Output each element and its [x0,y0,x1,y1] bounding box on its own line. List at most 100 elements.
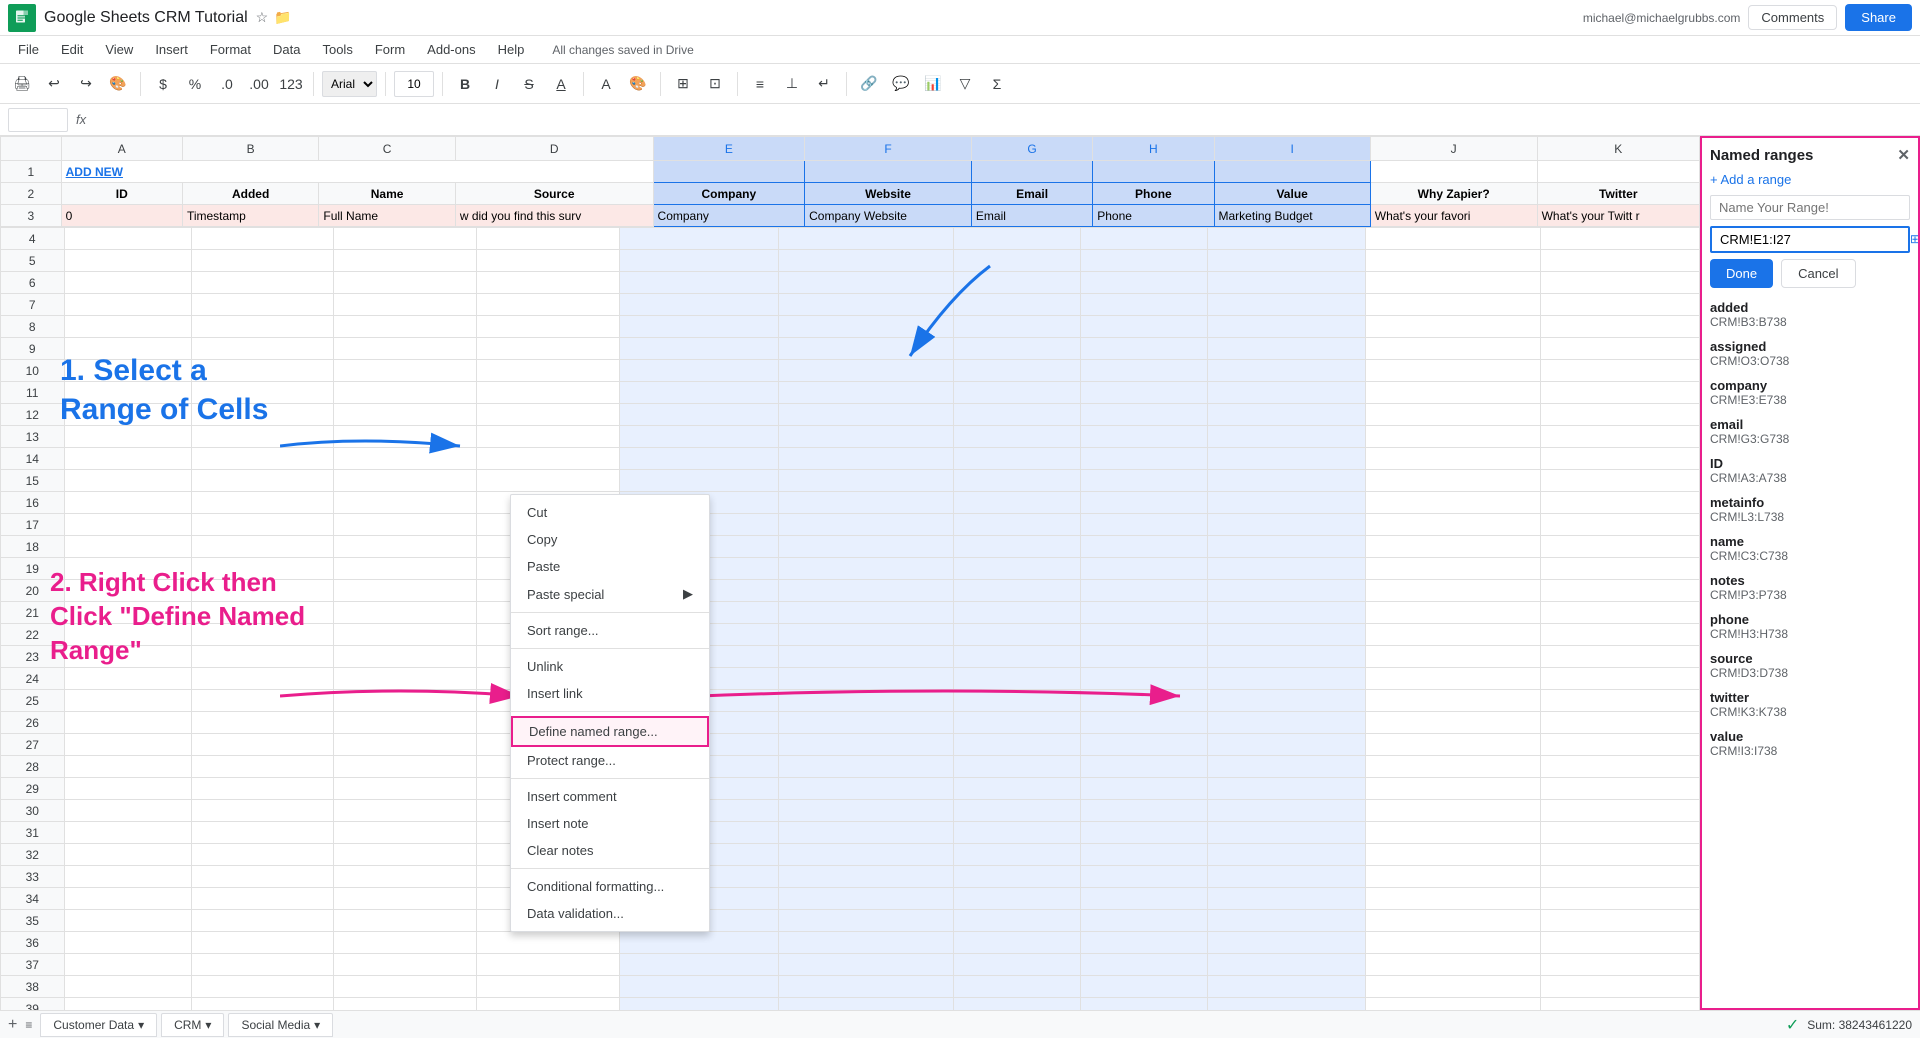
cell-34-2[interactable] [191,888,334,910]
cell-19-3[interactable] [334,558,477,580]
cell-16-3[interactable] [334,492,477,514]
cell-32-1[interactable] [64,844,191,866]
cell-6-10[interactable] [1366,272,1541,294]
row-header-30[interactable]: 30 [1,800,65,822]
cell-8-9[interactable] [1207,316,1366,338]
cell-5-1[interactable] [64,250,191,272]
row-header-16[interactable]: 16 [1,492,65,514]
valign-btn[interactable]: ⊥ [778,70,806,98]
cell-k3[interactable]: What's your Twitt r [1537,205,1699,227]
row-header-12[interactable]: 12 [1,404,65,426]
cell-18-7[interactable] [953,536,1080,558]
col-header-a[interactable]: A [61,137,182,161]
cell-37-4[interactable] [477,954,620,976]
cell-4-7[interactable] [953,228,1080,250]
cell-18-1[interactable] [64,536,191,558]
cell-34-1[interactable] [64,888,191,910]
cell-27-1[interactable] [64,734,191,756]
cell-6-5[interactable] [620,272,779,294]
cell-11-6[interactable] [779,382,954,404]
print-btn[interactable]: 🖨 [8,70,36,98]
cell-4-9[interactable] [1207,228,1366,250]
function-btn[interactable]: Σ [983,70,1011,98]
ctx-copy[interactable]: Copy [511,526,709,553]
cell-11-3[interactable] [334,382,477,404]
menu-form[interactable]: Form [365,40,415,59]
cell-38-6[interactable] [779,976,954,998]
cell-11-11[interactable] [1541,382,1700,404]
cell-39-2[interactable] [191,998,334,1011]
cell-28-8[interactable] [1080,756,1207,778]
cell-22-7[interactable] [953,624,1080,646]
cell-14-11[interactable] [1541,448,1700,470]
redo-btn[interactable]: ↪ [72,70,100,98]
fill-color-btn[interactable]: 🎨 [624,70,652,98]
cell-28-7[interactable] [953,756,1080,778]
cell-7-3[interactable] [334,294,477,316]
cell-19-9[interactable] [1207,558,1366,580]
cell-12-4[interactable] [477,404,620,426]
cell-21-11[interactable] [1541,602,1700,624]
font-select[interactable]: Arial [322,71,377,97]
cell-39-4[interactable] [477,998,620,1011]
cell-28-9[interactable] [1207,756,1366,778]
cell-29-10[interactable] [1366,778,1541,800]
text-color-btn[interactable]: A [592,70,620,98]
cell-27-11[interactable] [1541,734,1700,756]
cell-31-9[interactable] [1207,822,1366,844]
cell-25-1[interactable] [64,690,191,712]
cell-31-7[interactable] [953,822,1080,844]
row-header-29[interactable]: 29 [1,778,65,800]
cell-38-9[interactable] [1207,976,1366,998]
cell-13-7[interactable] [953,426,1080,448]
cell-39-1[interactable] [64,998,191,1011]
row-header-4[interactable]: 4 [1,228,65,250]
cell-34-9[interactable] [1207,888,1366,910]
cell-28-3[interactable] [334,756,477,778]
add-range-link[interactable]: + Add a range [1710,172,1910,187]
cell-15-8[interactable] [1080,470,1207,492]
row-header-6[interactable]: 6 [1,272,65,294]
chart-btn[interactable]: 📊 [919,70,947,98]
cell-10-4[interactable] [477,360,620,382]
cell-16-6[interactable] [779,492,954,514]
cell-38-3[interactable] [334,976,477,998]
sheet-tab-dropdown[interactable]: ▾ [205,1018,211,1032]
cell-18-8[interactable] [1080,536,1207,558]
cell-i3[interactable]: Marketing Budget [1214,205,1370,227]
row-header-7[interactable]: 7 [1,294,65,316]
cell-12-5[interactable] [620,404,779,426]
cell-23-9[interactable] [1207,646,1366,668]
add-new-link[interactable]: ADD NEW [66,165,123,179]
cell-39-9[interactable] [1207,998,1366,1011]
cell-28-6[interactable] [779,756,954,778]
row-header-15[interactable]: 15 [1,470,65,492]
ctx-cut[interactable]: Cut [511,499,709,526]
menu-tools[interactable]: Tools [312,40,362,59]
row-header-17[interactable]: 17 [1,514,65,536]
cell-7-10[interactable] [1366,294,1541,316]
cell-5-11[interactable] [1541,250,1700,272]
cell-k2[interactable]: Twitter [1537,183,1699,205]
named-range-item-company[interactable]: companyCRM!E3:E738 [1710,378,1910,407]
cell-j1[interactable] [1370,161,1537,183]
cell-4-2[interactable] [191,228,334,250]
cell-38-10[interactable] [1366,976,1541,998]
cell-d2[interactable]: Source [455,183,653,205]
cell-33-7[interactable] [953,866,1080,888]
grid-select-icon[interactable]: ⊞ [1904,228,1920,251]
cell-36-10[interactable] [1366,932,1541,954]
cell-13-8[interactable] [1080,426,1207,448]
cell-8-1[interactable] [64,316,191,338]
align-left-btn[interactable]: ≡ [746,70,774,98]
decrease-decimal-btn[interactable]: .0 [213,70,241,98]
cell-13-11[interactable] [1541,426,1700,448]
cell-35-8[interactable] [1080,910,1207,932]
ctx-paste-special[interactable]: Paste special ▶ [511,580,709,608]
cell-5-2[interactable] [191,250,334,272]
cell-38-8[interactable] [1080,976,1207,998]
cell-27-10[interactable] [1366,734,1541,756]
menu-insert[interactable]: Insert [145,40,198,59]
sheet-tab-dropdown[interactable]: ▾ [314,1018,320,1032]
increase-decimal-btn[interactable]: .00 [245,70,273,98]
